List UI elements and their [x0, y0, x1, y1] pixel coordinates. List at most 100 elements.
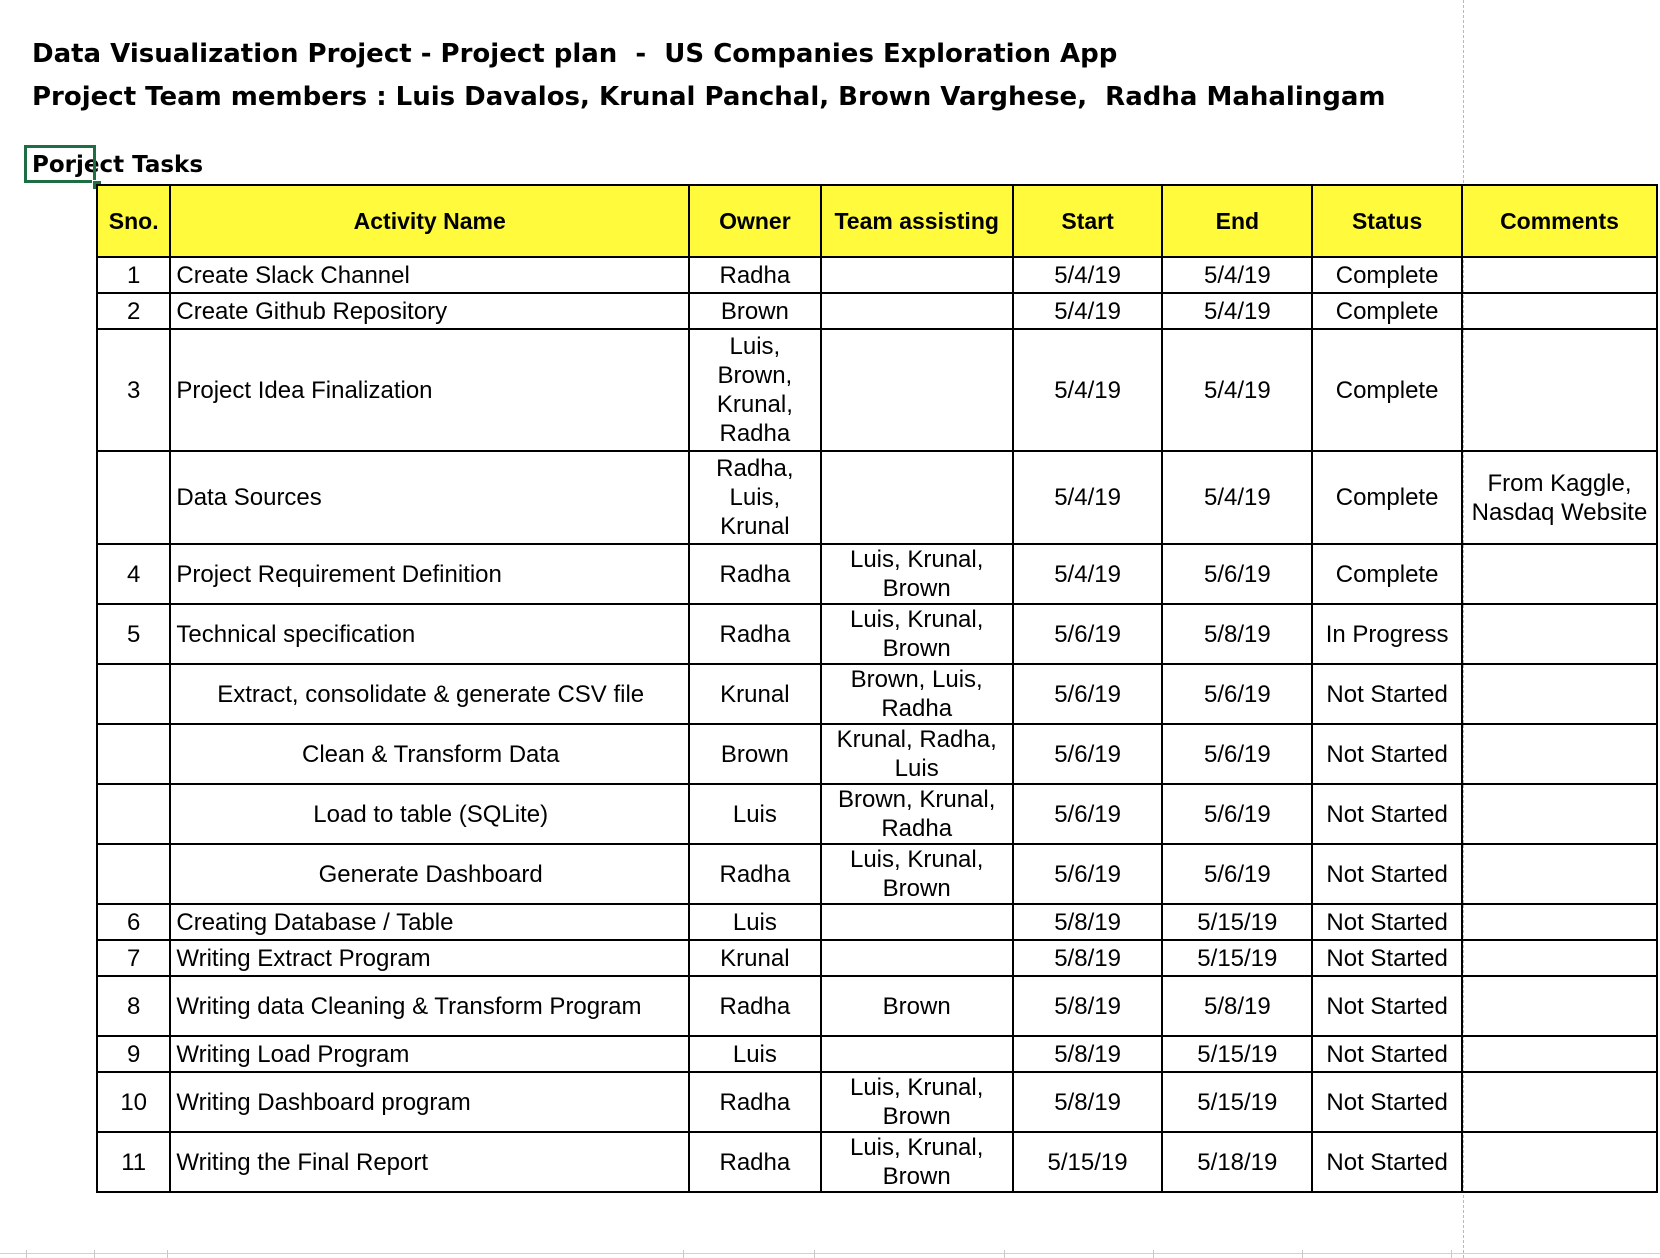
cell-status[interactable]: Not Started	[1311, 1131, 1463, 1193]
cell-status[interactable]: Not Started	[1311, 663, 1463, 725]
cell-team-assisting[interactable]	[819, 903, 1014, 941]
cell-status[interactable]: In Progress	[1311, 603, 1463, 665]
cell-activity-name[interactable]: Extract, consolidate & generate CSV file	[169, 663, 691, 725]
cell-activity-name[interactable]: Clean & Transform Data	[169, 723, 691, 785]
cell-end[interactable]: 5/4/19	[1161, 292, 1314, 330]
cell-end[interactable]: 5/6/19	[1161, 783, 1314, 845]
cell-team-assisting[interactable]: Luis, Krunal, Brown	[819, 1131, 1014, 1193]
cell-start[interactable]: 5/4/19	[1011, 328, 1164, 452]
cell-status[interactable]: Not Started	[1311, 843, 1463, 905]
cell-sno[interactable]: 8	[95, 975, 172, 1037]
cell-activity-name[interactable]: Writing Extract Program	[169, 939, 691, 977]
cell-owner[interactable]: Luis	[688, 1035, 822, 1073]
cell-sno[interactable]	[95, 843, 172, 905]
cell-end[interactable]: 5/4/19	[1161, 328, 1314, 452]
cell-comments[interactable]	[1460, 975, 1659, 1037]
section-label-cell[interactable]: Porject Tasks	[32, 154, 203, 177]
cell-owner[interactable]: Radha	[688, 1071, 822, 1133]
cell-end[interactable]: 5/4/19	[1161, 256, 1314, 294]
cell-team-assisting[interactable]	[819, 256, 1014, 294]
cell-end[interactable]: 5/8/19	[1161, 603, 1314, 665]
cell-activity-name[interactable]: Writing data Cleaning & Transform Progra…	[169, 975, 691, 1037]
cell-sno[interactable]	[95, 450, 172, 545]
cell-end[interactable]: 5/15/19	[1161, 1035, 1314, 1073]
cell-start[interactable]: 5/8/19	[1011, 1071, 1164, 1133]
cell-activity-name[interactable]: Technical specification	[169, 603, 691, 665]
cell-activity-name[interactable]: Project Requirement Definition	[169, 543, 691, 605]
cell-end[interactable]: 5/15/19	[1161, 939, 1314, 977]
cell-owner[interactable]: Radha	[688, 603, 822, 665]
cell-team-assisting[interactable]: Luis, Krunal, Brown	[819, 543, 1014, 605]
cell-end[interactable]: 5/6/19	[1161, 723, 1314, 785]
header-activity-name[interactable]: Activity Name	[169, 184, 691, 258]
cell-comments[interactable]	[1460, 1035, 1659, 1073]
cell-activity-name[interactable]: Writing the Final Report	[169, 1131, 691, 1193]
cell-owner[interactable]: Radha	[688, 543, 822, 605]
cell-team-assisting[interactable]: Luis, Krunal, Brown	[819, 843, 1014, 905]
cell-owner[interactable]: Krunal	[688, 663, 822, 725]
cell-end[interactable]: 5/4/19	[1161, 450, 1314, 545]
cell-comments[interactable]	[1460, 783, 1659, 845]
cell-activity-name[interactable]: Data Sources	[169, 450, 691, 545]
cell-comments[interactable]	[1460, 328, 1659, 452]
cell-status[interactable]: Complete	[1311, 543, 1463, 605]
cell-comments[interactable]	[1460, 256, 1659, 294]
header-owner[interactable]: Owner	[688, 184, 822, 258]
cell-start[interactable]: 5/4/19	[1011, 292, 1164, 330]
spreadsheet-canvas[interactable]: Data Visualization Project - Project pla…	[0, 0, 1660, 1258]
header-comments[interactable]: Comments	[1460, 184, 1659, 258]
cell-status[interactable]: Not Started	[1311, 975, 1463, 1037]
cell-start[interactable]: 5/6/19	[1011, 663, 1164, 725]
cell-activity-name[interactable]: Create Slack Channel	[169, 256, 691, 294]
cell-sno[interactable]: 9	[95, 1035, 172, 1073]
cell-sno[interactable]	[95, 783, 172, 845]
cell-team-assisting[interactable]	[819, 450, 1014, 545]
cell-comments[interactable]	[1460, 1071, 1659, 1133]
cell-comments[interactable]	[1460, 292, 1659, 330]
cell-activity-name[interactable]: Writing Load Program	[169, 1035, 691, 1073]
cell-start[interactable]: 5/6/19	[1011, 843, 1164, 905]
cell-start[interactable]: 5/8/19	[1011, 903, 1164, 941]
cell-owner[interactable]: Brown	[688, 723, 822, 785]
cell-status[interactable]: Not Started	[1311, 723, 1463, 785]
cell-comments[interactable]	[1460, 843, 1659, 905]
cell-start[interactable]: 5/4/19	[1011, 256, 1164, 294]
cell-team-assisting[interactable]	[819, 1035, 1014, 1073]
cell-activity-name[interactable]: Generate Dashboard	[169, 843, 691, 905]
cell-owner[interactable]: Luis, Brown, Krunal, Radha	[688, 328, 822, 452]
header-team-assisting[interactable]: Team assisting	[819, 184, 1014, 258]
cell-comments[interactable]	[1460, 939, 1659, 977]
cell-owner[interactable]: Radha	[688, 256, 822, 294]
cell-sno[interactable]: 3	[95, 328, 172, 452]
cell-sno[interactable]: 6	[95, 903, 172, 941]
cell-sno[interactable]: 7	[95, 939, 172, 977]
cell-comments[interactable]	[1460, 1131, 1659, 1193]
cell-end[interactable]: 5/15/19	[1161, 903, 1314, 941]
cell-owner[interactable]: Radha	[688, 1131, 822, 1193]
cell-team-assisting[interactable]: Luis, Krunal, Brown	[819, 1071, 1014, 1133]
cell-status[interactable]: Not Started	[1311, 783, 1463, 845]
cell-comments[interactable]	[1460, 603, 1659, 665]
cell-status[interactable]: Not Started	[1311, 903, 1463, 941]
cell-end[interactable]: 5/6/19	[1161, 843, 1314, 905]
cell-team-assisting[interactable]	[819, 939, 1014, 977]
cell-activity-name[interactable]: Creating Database / Table	[169, 903, 691, 941]
cell-activity-name[interactable]: Writing Dashboard program	[169, 1071, 691, 1133]
cell-team-assisting[interactable]: Brown, Luis, Radha	[819, 663, 1014, 725]
cell-team-assisting[interactable]: Krunal, Radha, Luis	[819, 723, 1014, 785]
cell-owner[interactable]: Radha	[688, 843, 822, 905]
cell-sno[interactable]: 4	[95, 543, 172, 605]
cell-owner[interactable]: Luis	[688, 903, 822, 941]
cell-start[interactable]: 5/6/19	[1011, 783, 1164, 845]
header-status[interactable]: Status	[1311, 184, 1463, 258]
cell-team-assisting[interactable]	[819, 292, 1014, 330]
cell-status[interactable]: Complete	[1311, 292, 1463, 330]
cell-comments[interactable]	[1460, 903, 1659, 941]
cell-sno[interactable]: 11	[95, 1131, 172, 1193]
header-sno[interactable]: Sno.	[95, 184, 172, 258]
cell-comments[interactable]	[1460, 723, 1659, 785]
cell-status[interactable]: Complete	[1311, 256, 1463, 294]
cell-status[interactable]: Not Started	[1311, 939, 1463, 977]
cell-start[interactable]: 5/4/19	[1011, 450, 1164, 545]
cell-comments[interactable]: From Kaggle, Nasdaq Website	[1460, 450, 1659, 545]
